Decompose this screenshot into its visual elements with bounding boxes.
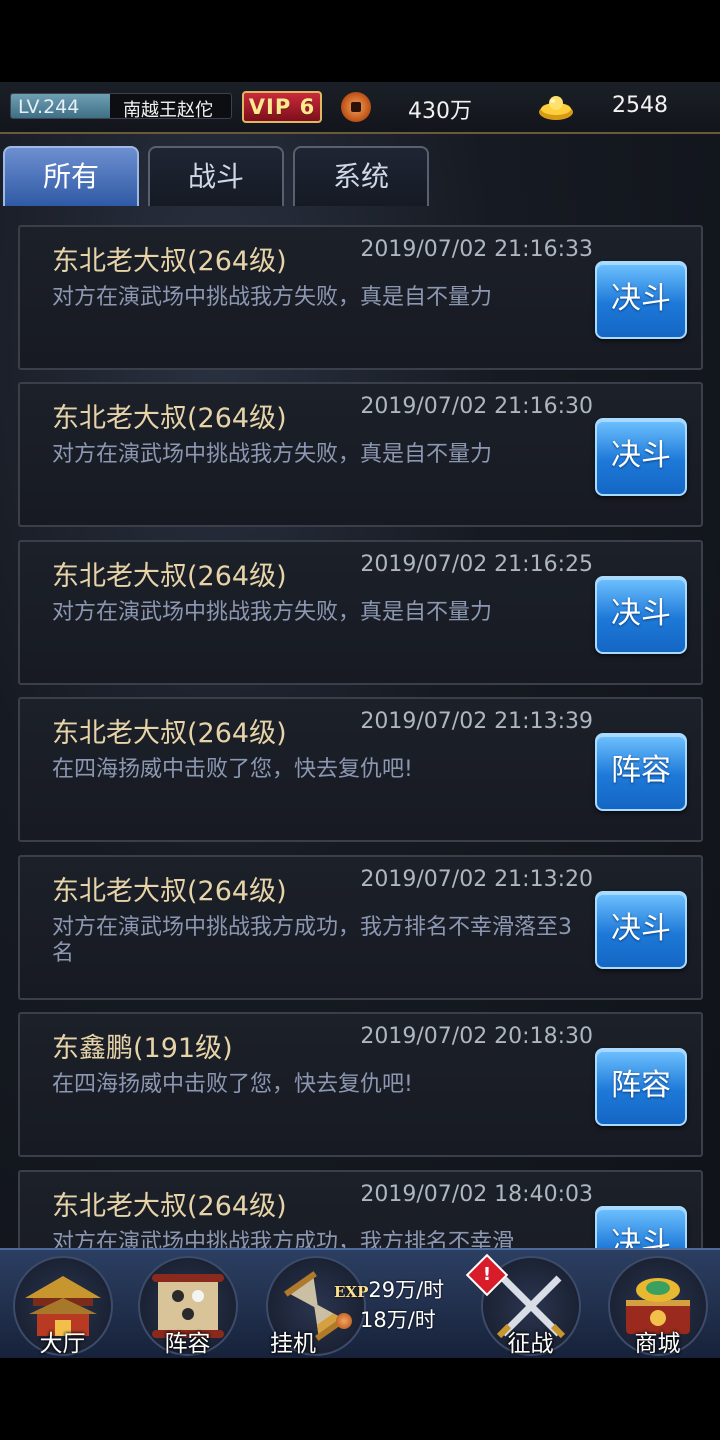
- lineup-button[interactable]: 阵容: [595, 1048, 687, 1126]
- player-name: 南越王赵佗: [123, 100, 213, 119]
- top-letterbox: [0, 0, 720, 82]
- mail-sender: 东北老大叔(264级): [52, 718, 287, 749]
- mail-item: 东北老大叔(264级) 2019/07/02 21:13:20 对方在演武场中挑…: [18, 855, 703, 1000]
- mail-time: 2019/07/02 21:13:39: [360, 709, 593, 734]
- mail-sender: 东北老大叔(264级): [52, 246, 287, 277]
- status-bar: LV.244 南越王赵佗 VIP 6 430万 2548: [0, 82, 720, 134]
- mail-body: 对方在演武场中挑战我方成功，我方排名不幸滑落至3名: [52, 915, 572, 966]
- mail-time: 2019/07/02 21:13:20: [360, 867, 593, 892]
- mail-sender: 东北老大叔(264级): [52, 876, 287, 907]
- mail-body: 在四海扬威中击败了您，快去复仇吧!: [52, 757, 413, 782]
- nav-hall-label: 大厅: [39, 1331, 86, 1357]
- mail-sender: 东北老大叔(264级): [52, 561, 287, 592]
- mail-time: 2019/07/02 21:16:33: [360, 237, 593, 262]
- mail-item: 东北老大叔(264级) 2019/07/02 21:13:39 在四海扬威中击败…: [18, 697, 703, 842]
- mail-body: 对方在演武场中挑战我方失败，真是自不量力: [52, 285, 493, 310]
- mail-body: 对方在演武场中挑战我方失败，真是自不量力: [52, 600, 493, 625]
- mail-time: 2019/07/02 21:16:25: [360, 552, 593, 577]
- mail-time: 2019/07/02 18:40:03: [360, 1182, 593, 1207]
- duel-button[interactable]: 决斗: [595, 891, 687, 969]
- mail-sender: 东北老大叔(264级): [52, 403, 287, 434]
- level-label: LV.244: [18, 96, 80, 118]
- nav-lineup-label: 阵容: [164, 1331, 211, 1357]
- mail-item: 东北老大叔(264级) 2019/07/02 21:16:30 对方在演武场中挑…: [18, 382, 703, 527]
- vip-badge[interactable]: VIP 6: [242, 91, 322, 123]
- level-bar: LV.244 南越王赵佗: [10, 93, 232, 119]
- nav-lineup[interactable]: 阵容: [130, 1250, 245, 1358]
- nav-hall[interactable]: 大厅: [5, 1250, 120, 1358]
- mail-item: 东北老大叔(264级) 2019/07/02 21:16:25 对方在演武场中挑…: [18, 540, 703, 685]
- duel-button[interactable]: 决斗: [595, 576, 687, 654]
- mail-sender: 东鑫鹏(191级): [52, 1033, 233, 1064]
- gold-ingot-icon: [539, 96, 573, 120]
- coin-amount: 430万: [408, 99, 472, 124]
- mail-item: 东鑫鹏(191级) 2019/07/02 20:18:30 在四海扬威中击败了您…: [18, 1012, 703, 1157]
- bottom-letterbox: [0, 1358, 720, 1440]
- nav-shop-label: 商城: [634, 1331, 681, 1357]
- nav-campaign-label: 征战: [507, 1331, 554, 1357]
- tab-system[interactable]: 系统: [293, 146, 429, 206]
- exp-tag: EXP: [334, 1283, 369, 1301]
- coin-rate-value: 18万/时: [360, 1308, 436, 1332]
- alert-mark: !: [482, 1264, 492, 1285]
- bottom-nav: 大厅 阵容 挂机 EXP29万/时 18万/时 征战 ! 商城: [0, 1248, 720, 1358]
- mail-screen: LV.244 南越王赵佗 VIP 6 430万 2548 所有 战斗 系统 东北…: [0, 82, 720, 1358]
- tab-battle[interactable]: 战斗: [148, 146, 284, 206]
- mail-item: 东北老大叔(264级) 2019/07/02 21:16:33 对方在演武场中挑…: [18, 225, 703, 370]
- mail-body: 在四海扬威中击败了您，快去复仇吧!: [52, 1072, 413, 1097]
- nav-shop[interactable]: 商城: [600, 1250, 715, 1358]
- gold-amount: 2548: [612, 93, 668, 118]
- duel-button[interactable]: 决斗: [595, 261, 687, 339]
- copper-coin-icon: [341, 92, 371, 122]
- tab-all[interactable]: 所有: [3, 146, 139, 206]
- mail-sender: 东北老大叔(264级): [52, 1191, 287, 1222]
- nav-idle-label: 挂机: [270, 1331, 316, 1357]
- lineup-button[interactable]: 阵容: [595, 733, 687, 811]
- coin-rate: 18万/时: [336, 1304, 436, 1334]
- mail-time: 2019/07/02 21:16:30: [360, 394, 593, 419]
- exp-rate: EXP29万/时: [334, 1274, 444, 1304]
- copper-coin-icon: [336, 1313, 352, 1329]
- mail-body: 对方在演武场中挑战我方失败，真是自不量力: [52, 442, 493, 467]
- mail-time: 2019/07/02 20:18:30: [360, 1024, 593, 1049]
- duel-button[interactable]: 决斗: [595, 418, 687, 496]
- exp-rate-value: 29万/时: [368, 1278, 445, 1302]
